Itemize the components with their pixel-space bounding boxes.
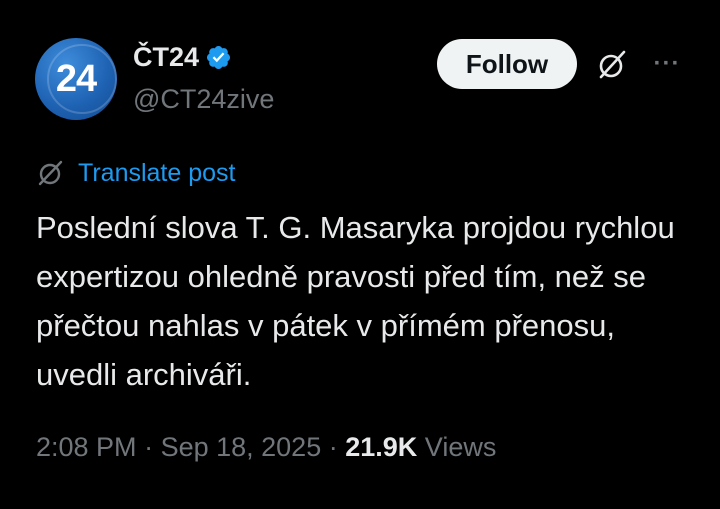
post-date[interactable]: Sep 18, 2025 (161, 432, 322, 462)
grok-icon[interactable] (595, 48, 629, 82)
display-name[interactable]: ČT24 (133, 42, 199, 73)
author-name-row: ČT24 (133, 42, 232, 73)
post-time[interactable]: 2:08 PM (36, 432, 137, 462)
post-text: Poslední slova T. G. Masaryka projdou ry… (36, 210, 675, 392)
views-label[interactable]: Views (425, 432, 497, 462)
more-horizontal-icon[interactable]: ··· (650, 50, 684, 78)
meta-separator: · (321, 432, 346, 462)
post-metadata: 2:08 PM · Sep 18, 2025 · 21.9K Views (36, 432, 496, 463)
translate-post-link[interactable]: Translate post (78, 159, 235, 188)
meta-separator: · (136, 432, 161, 462)
author-handle[interactable]: @CT24zive (133, 84, 274, 115)
grok-translate-icon (38, 160, 63, 186)
follow-button[interactable]: Follow (437, 39, 577, 89)
verified-badge-icon (207, 45, 231, 70)
avatar-logo-text: 24 (55, 58, 97, 100)
translate-row[interactable]: Translate post (36, 158, 235, 188)
avatar[interactable]: 24 (35, 38, 117, 120)
post-card: 24 ČT24 @CT24zive Follow ··· Translate p… (0, 0, 720, 509)
views-count[interactable]: 21.9K (345, 432, 417, 462)
